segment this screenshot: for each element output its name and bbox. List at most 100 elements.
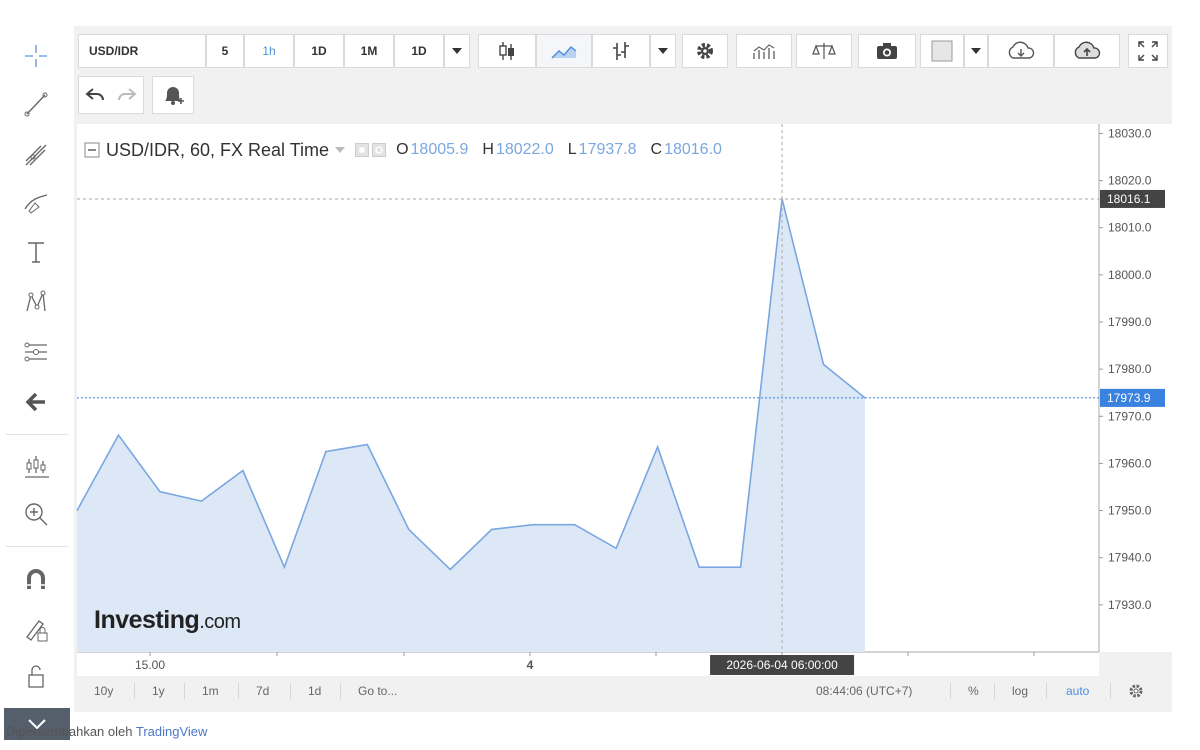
auto-toggle[interactable]: auto xyxy=(1066,676,1089,706)
zoom-in-icon[interactable] xyxy=(14,494,58,534)
chart-legend: USD/IDR, 60, FX Real Time O 18005.9 H 1802… xyxy=(84,138,722,162)
pattern-icon[interactable] xyxy=(14,282,58,322)
percent-toggle[interactable]: % xyxy=(968,676,979,706)
interval-button-1m[interactable]: 1M xyxy=(344,34,394,68)
cloud-upload-icon xyxy=(1074,41,1101,59)
divider xyxy=(238,683,239,699)
magnet-icon[interactable] xyxy=(14,560,58,600)
cloud-save-button[interactable] xyxy=(1054,34,1120,68)
lock-icon[interactable] xyxy=(14,656,58,696)
range-1m-button[interactable]: 1m xyxy=(202,676,219,706)
compare-button[interactable] xyxy=(796,34,852,68)
visibility-icon[interactable] xyxy=(355,143,370,157)
y-tick-label: 18030.0 xyxy=(1108,126,1152,140)
indicator-icon[interactable] xyxy=(14,446,58,486)
area-chart-button[interactable] xyxy=(536,34,592,68)
bar-style-button[interactable] xyxy=(592,34,650,68)
caret-down-icon xyxy=(971,48,981,54)
top-toolbar: USD/IDR 5 1h 1D 1M 1D xyxy=(74,26,1172,122)
log-toggle[interactable]: log xyxy=(1012,676,1028,706)
brush-icon[interactable] xyxy=(14,182,58,222)
interval-label: 1D xyxy=(411,44,427,58)
open-label: O xyxy=(396,141,409,158)
footer-prefix: Dipersembahkan oleh xyxy=(6,724,133,739)
interval-button-1h[interactable]: 1h xyxy=(244,34,294,68)
toolbar-divider xyxy=(6,434,68,435)
redo-icon[interactable] xyxy=(115,86,137,104)
last-price-label: 17973.9 xyxy=(1107,391,1151,405)
high-label: H xyxy=(482,141,494,158)
arrow-back-icon[interactable] xyxy=(14,382,58,422)
tradingview-link[interactable]: TradingView xyxy=(136,724,208,739)
undo-redo-group xyxy=(78,76,144,114)
add-alert-icon xyxy=(165,87,184,105)
color-swatch-icon xyxy=(931,40,953,62)
range-1d-button[interactable]: 1d xyxy=(308,676,321,706)
divider xyxy=(994,683,995,699)
clock-label: 08:44:06 (UTC+7) xyxy=(816,684,913,698)
fullscreen-button[interactable] xyxy=(1128,34,1168,68)
caret-down-icon[interactable] xyxy=(335,147,346,153)
legend-title: USD/IDR, 60, FX Real Time xyxy=(106,139,330,160)
goto-button[interactable]: Go to... xyxy=(358,676,397,706)
candles-button[interactable] xyxy=(478,34,536,68)
interval-button-custom[interactable]: 1D xyxy=(394,34,444,68)
y-tick-label: 18000.0 xyxy=(1108,268,1152,282)
settings-small-icon[interactable] xyxy=(372,143,387,157)
trend-line-icon[interactable] xyxy=(14,84,58,124)
chart-widget: USD/IDR 5 1h 1D 1M 1D 17930.0 17940.0 17… xyxy=(0,0,1200,750)
lock-pencil-icon[interactable] xyxy=(14,610,58,650)
indicators-icon xyxy=(753,44,775,59)
settings-button[interactable] xyxy=(682,34,728,68)
close-value: 18016.0 xyxy=(664,141,722,158)
range-10y-button[interactable]: 10y xyxy=(94,676,113,706)
color-dropdown[interactable] xyxy=(964,34,988,68)
bottom-toolbar: 10y 1y 1m 7d 1d Go to... 08:44:06 (UTC+7… xyxy=(74,676,1172,706)
measure-icon[interactable] xyxy=(14,332,58,372)
time-axis xyxy=(77,652,1099,676)
collapse-legend-icon[interactable] xyxy=(84,142,100,158)
chart-canvas[interactable]: 17930.0 17940.0 17950.0 17960.0 17970.0 17980… xyxy=(74,122,1172,676)
symbol-input[interactable]: USD/IDR xyxy=(78,34,206,68)
cloud-download-icon xyxy=(1008,41,1035,59)
y-tick-label: 17980.0 xyxy=(1108,362,1152,376)
color-picker-button[interactable] xyxy=(920,34,964,68)
divider xyxy=(184,683,185,699)
interval-label: 1D xyxy=(311,44,327,58)
interval-button-1d[interactable]: 1D xyxy=(294,34,344,68)
indicators-button[interactable] xyxy=(736,34,792,68)
snapshot-button[interactable] xyxy=(858,34,916,68)
cloud-load-button[interactable] xyxy=(988,34,1054,68)
caret-down-icon xyxy=(658,48,668,54)
divider xyxy=(290,683,291,699)
scales-icon xyxy=(812,43,836,59)
range-7d-button[interactable]: 7d xyxy=(256,676,269,706)
high-value: 18022.0 xyxy=(495,141,554,158)
x-tick-label: 15.00 xyxy=(135,658,165,672)
crosshair-price-label: 18016.1 xyxy=(1107,192,1151,206)
alert-button[interactable] xyxy=(152,76,194,114)
chart-style-dropdown[interactable] xyxy=(650,34,676,68)
close-label: C xyxy=(650,141,663,158)
divider xyxy=(1110,683,1111,699)
logo-suffix: .com xyxy=(199,611,241,633)
gear-icon[interactable] xyxy=(1128,683,1144,713)
symbol-label: USD/IDR xyxy=(89,44,139,58)
crosshair-time-label: 2026-06-04 06:00:00 xyxy=(726,658,838,672)
investing-logo: Investing.com xyxy=(94,606,241,635)
crosshair-icon[interactable] xyxy=(14,36,58,76)
low-value: 17937.8 xyxy=(578,141,637,158)
undo-icon[interactable] xyxy=(85,86,107,104)
range-1y-button[interactable]: 1y xyxy=(152,676,165,706)
gear-icon xyxy=(697,43,713,59)
candles-icon xyxy=(499,42,514,60)
divider xyxy=(1046,683,1047,699)
interval-dropdown[interactable] xyxy=(444,34,470,68)
pitchfork-icon[interactable] xyxy=(14,134,58,174)
ohlc-bars-icon xyxy=(613,42,629,60)
text-tool-icon[interactable] xyxy=(14,232,58,272)
divider xyxy=(134,683,135,699)
y-tick-label: 17970.0 xyxy=(1108,409,1152,423)
y-tick-label: 17960.0 xyxy=(1108,456,1152,470)
interval-button-5[interactable]: 5 xyxy=(206,34,244,68)
